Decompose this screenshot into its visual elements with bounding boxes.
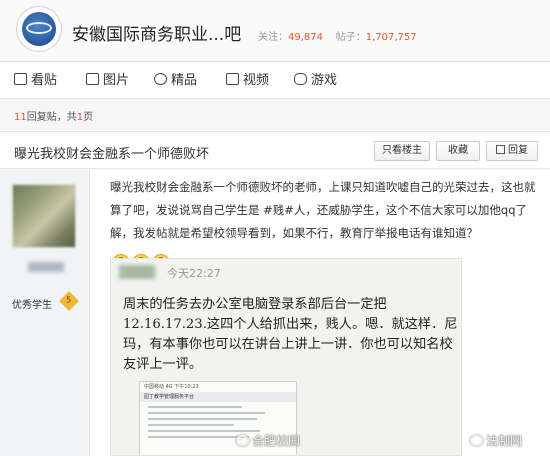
follow-count: 49,874 [288, 32, 323, 43]
screenshot-text: 周末的任务去办公室电脑登录系部后台一定把12.16.17.23.这四个人给抓出来… [123, 297, 458, 372]
screenshot-time: 今天22:27 [167, 267, 221, 280]
level-badge: 5 [59, 291, 79, 311]
weibo-icon [236, 435, 249, 446]
favorite-button[interactable]: 收藏 [436, 141, 480, 161]
tab-games[interactable]: 游戏 [294, 72, 337, 90]
image-icon [86, 73, 99, 85]
thread-title: 曝光我校财会金融系一个师德败坏 [14, 147, 210, 162]
forum-stats: 关注：49,874 帖子：1,707,757 [258, 32, 417, 43]
doc-icon [14, 73, 27, 85]
author-only-button[interactable]: 只看楼主 [374, 141, 430, 161]
reply-page-info: 11回复贴，共1页 [14, 112, 94, 123]
thread-title-bar: 曝光我校财会金融系一个师德败坏 只看楼主 收藏 回复 [0, 131, 550, 169]
embedded-screenshot[interactable]: 今天22:27 周末的任务去办公室电脑登录系部后台一定把12.16.17.23.… [110, 258, 462, 456]
tab-featured[interactable]: 精品 [154, 72, 197, 90]
forum-nav: 看贴 图片 精品 视频 游戏 [0, 63, 550, 99]
video-icon [226, 73, 239, 85]
star-icon [154, 73, 167, 85]
tab-videos[interactable]: 视频 [226, 72, 269, 90]
avatar[interactable] [12, 184, 76, 248]
forum-header: 安徽国际商务职业...吧 关注：49,874 帖子：1,707,757 [0, 0, 550, 62]
author-column: 优秀学生 5 [0, 170, 90, 456]
tab-posts[interactable]: 看贴 [14, 72, 57, 90]
watermark-hefei-campus: 合肥校园 [236, 432, 300, 449]
posts-count: 1,707,757 [365, 32, 417, 43]
reply-icon [496, 145, 505, 154]
watermark-legal-daily: 法制网 [470, 432, 522, 449]
phone-app-title: 园丁教学管理服务平台 [140, 392, 296, 402]
forum-logo[interactable] [16, 6, 62, 52]
phone-status-bar: 中国移动 4G 下午10:23 [144, 384, 199, 390]
tab-images[interactable]: 图片 [86, 72, 129, 90]
post-text: 曝光我校财会金融系一个师德败坏的老师，上课只知道吹嘘自己的光荣过去，这也就算了吧… [110, 180, 536, 240]
reply-button[interactable]: 回复 [486, 141, 538, 161]
author-badge: 优秀学生 [12, 300, 52, 311]
weibo-icon [470, 435, 483, 446]
forum-title[interactable]: 安徽国际商务职业...吧 [72, 20, 241, 45]
gamepad-icon [294, 73, 307, 85]
username-blurred[interactable] [28, 262, 64, 272]
blurred-username [119, 265, 155, 279]
